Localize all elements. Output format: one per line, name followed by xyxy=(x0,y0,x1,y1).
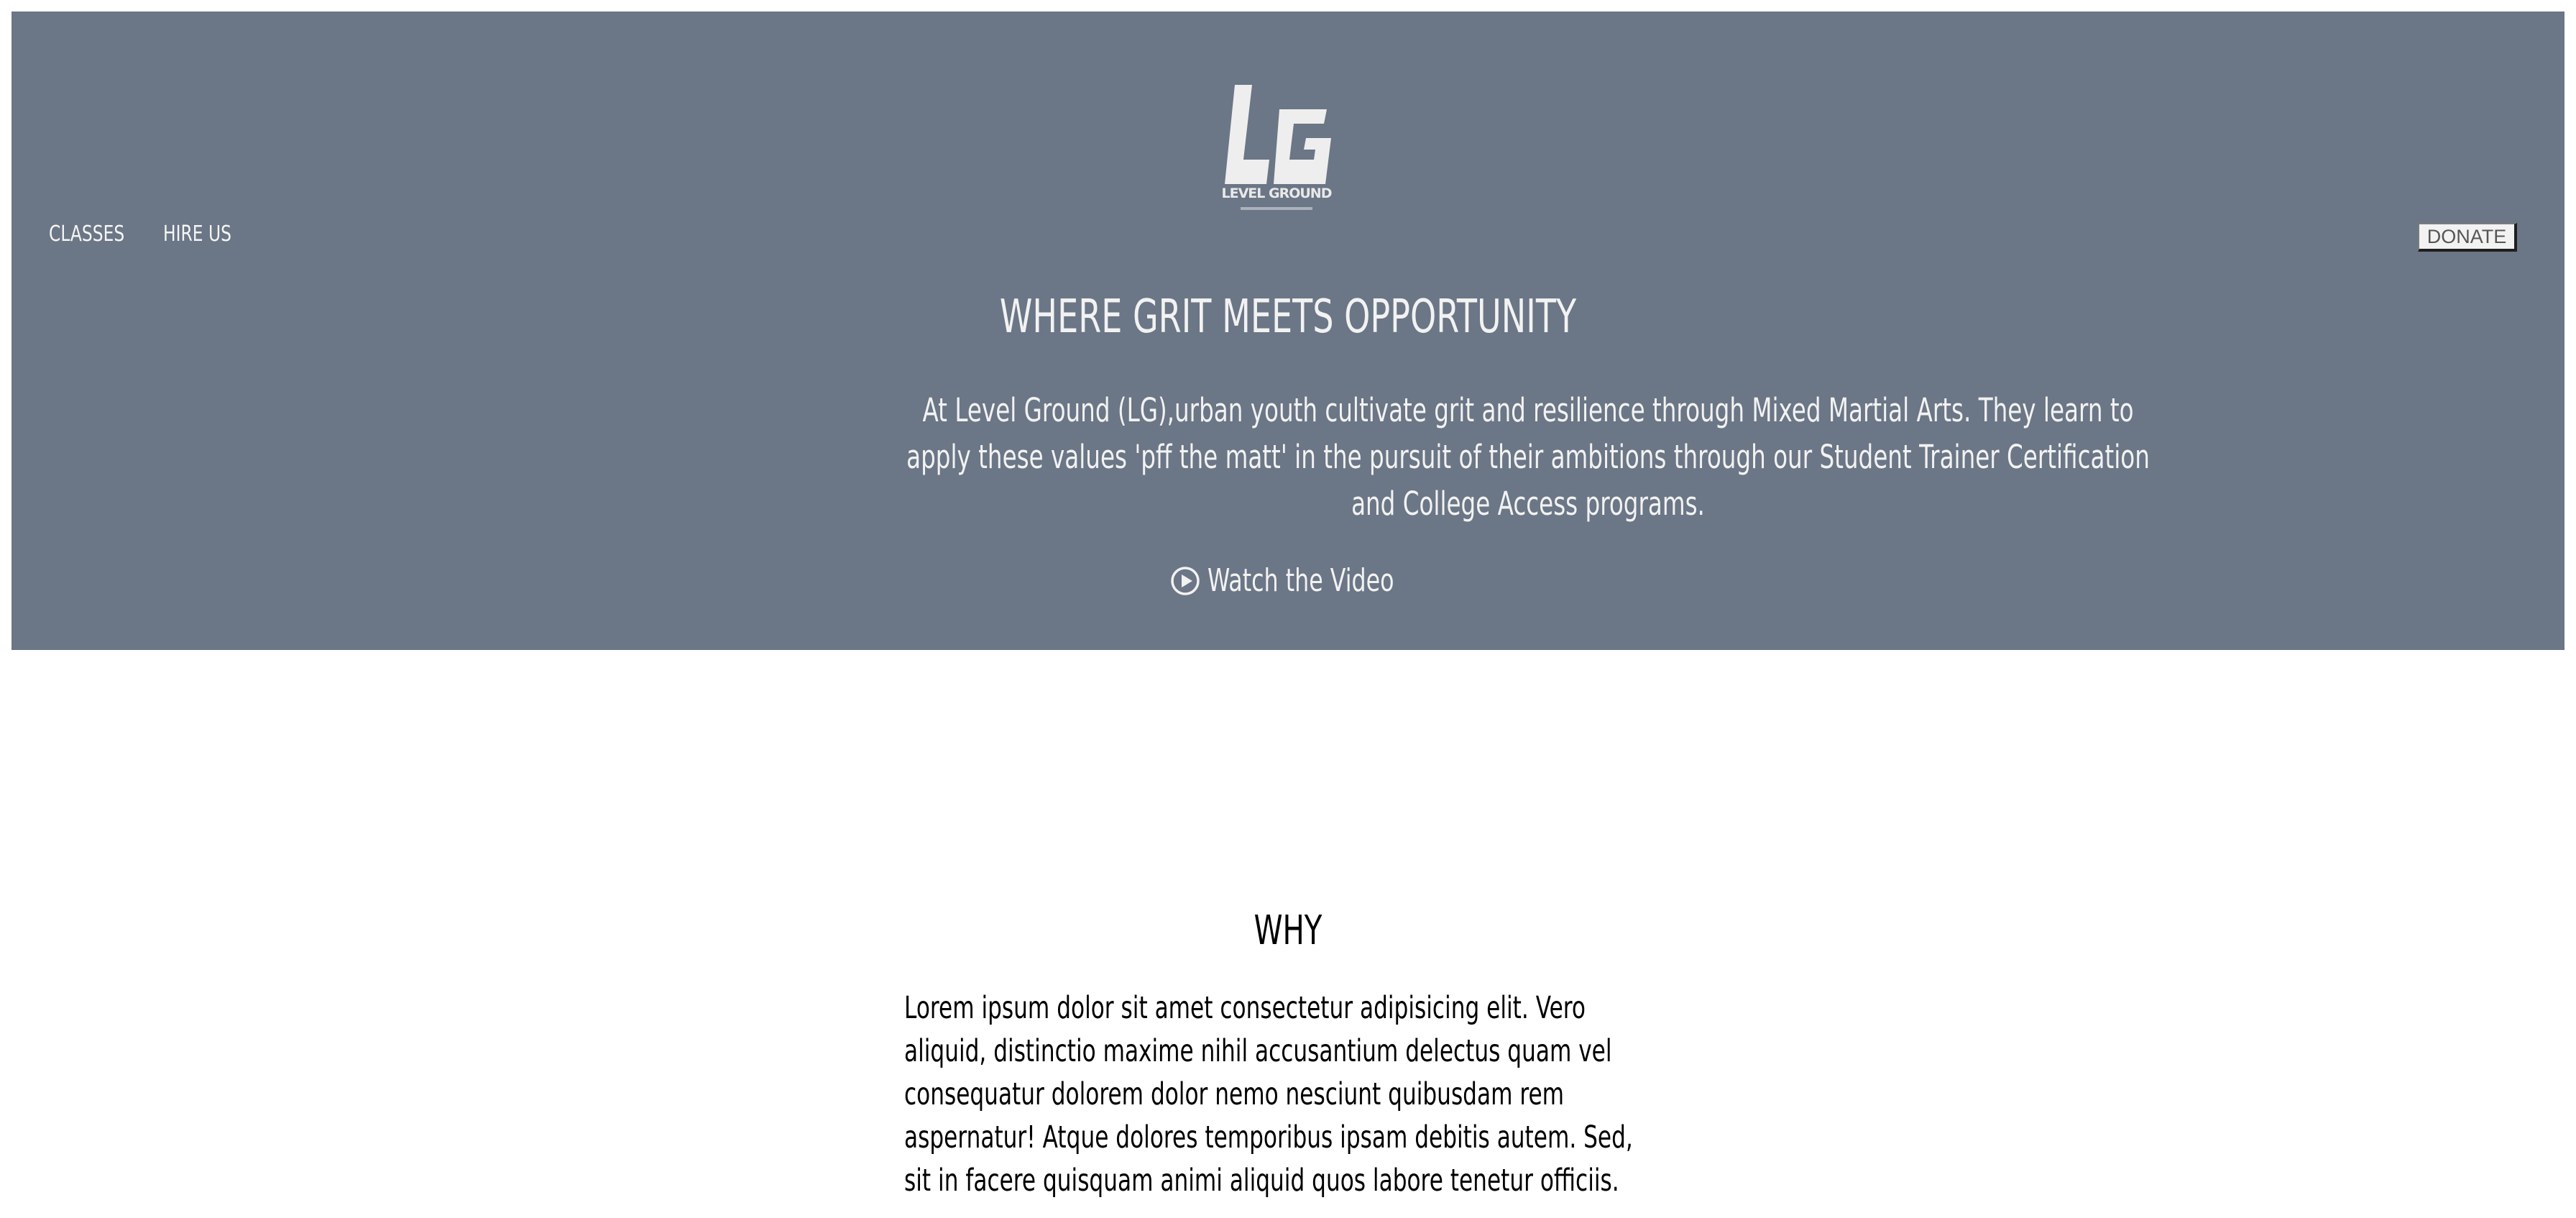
logo-wordmark: LEVEL GROUND xyxy=(1221,186,1333,201)
watch-video-label: Watch the Video xyxy=(1208,562,1394,599)
hero-title: WHERE GRIT MEETS OPPORTUNITY xyxy=(999,290,1577,344)
hero-body-container: At Level Ground (LG),urban youth cultiva… xyxy=(658,387,2150,531)
nav-classes-link[interactable]: CLASSES xyxy=(49,221,124,247)
main-nav: CLASSES HIRE US xyxy=(49,221,238,247)
logo-tagline-bar xyxy=(1241,207,1312,210)
why-paragraph: Lorem ipsum dolor sit amet consectetur a… xyxy=(904,990,1633,1199)
nav-hire-us-link[interactable]: HIRE US xyxy=(163,221,231,247)
watch-video-button[interactable]: Watch the Video xyxy=(1170,562,1466,599)
why-section-title: WHY xyxy=(1254,907,1322,954)
level-ground-logo[interactable]: LEVEL GROUND xyxy=(1219,62,1334,219)
donate-button[interactable]: DONATE xyxy=(2418,223,2517,252)
play-circle-icon xyxy=(1171,566,1200,595)
why-section-body: Lorem ipsum dolor sit amet consectetur a… xyxy=(904,986,1660,1202)
hero-description: At Level Ground (LG),urban youth cultiva… xyxy=(906,391,2150,523)
hero-section: LEVEL GROUND CLASSES HIRE US DONATE WHER… xyxy=(12,12,2564,650)
